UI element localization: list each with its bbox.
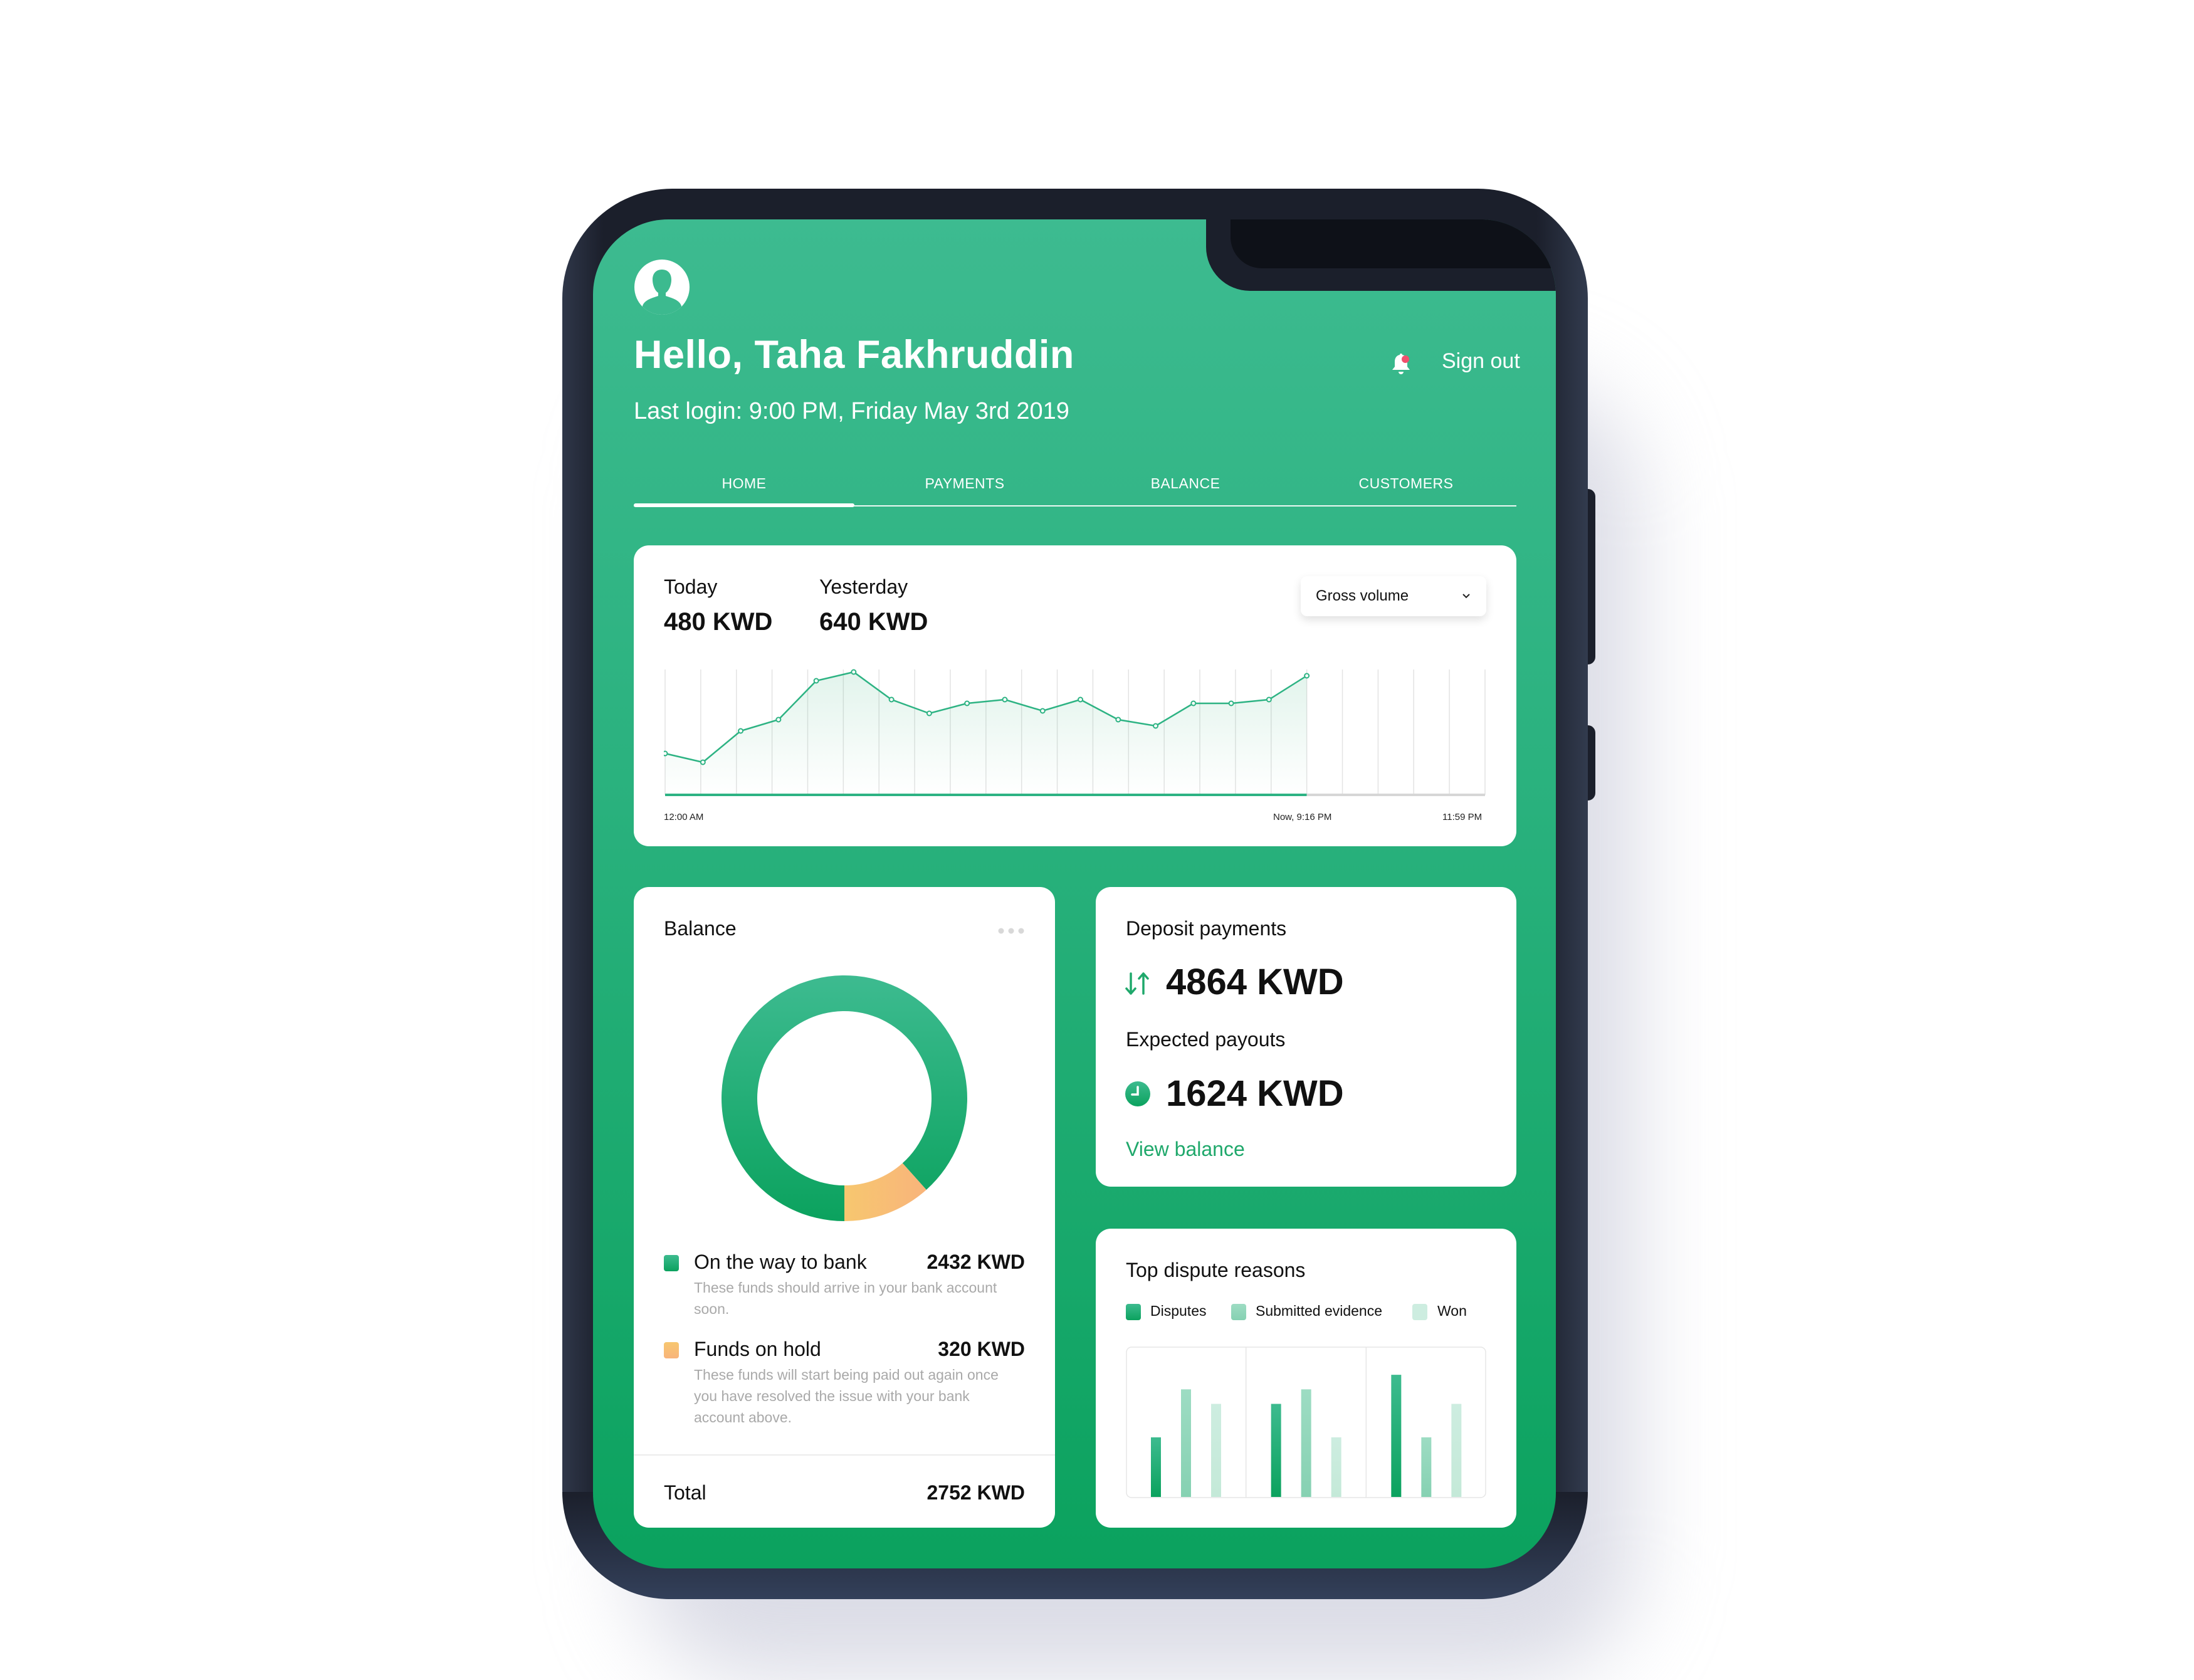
on-hold-description: These funds will start being paid out ag… xyxy=(694,1367,999,1425)
metric-select-value: Gross volume xyxy=(1316,587,1409,604)
deposit-card: Deposit payments 4864 KWD Expected payou… xyxy=(1096,887,1516,1187)
last-login-text: Last login: 9:00 PM, Friday May 3rd 2019 xyxy=(634,398,1069,424)
data-point xyxy=(813,678,819,684)
arrows-up-down-icon xyxy=(1125,972,1149,995)
bar-disputes xyxy=(1151,1437,1161,1497)
bar-disputes xyxy=(1271,1404,1281,1497)
data-point xyxy=(1115,717,1121,723)
data-point xyxy=(1190,700,1197,706)
data-point xyxy=(1228,700,1234,706)
legend-submitted-evidence: Submitted evidence xyxy=(1256,1303,1383,1319)
yesterday-value: 640 KWD xyxy=(819,608,928,636)
balance-card: Balance On the way to bank 2432 KWD Thes… xyxy=(634,887,1055,1528)
bar-won xyxy=(1451,1404,1462,1497)
tab-payments[interactable]: PAYMENTS xyxy=(854,469,1075,507)
bell-icon[interactable] xyxy=(1390,353,1412,375)
data-point xyxy=(664,750,668,757)
balance-donut-chart xyxy=(722,975,967,1221)
volume-line-chart xyxy=(664,669,1486,796)
legend-swatch-disputes xyxy=(1126,1304,1141,1320)
payouts-label: Expected payouts xyxy=(1126,1028,1286,1051)
total-value: 2752 KWD xyxy=(926,1481,1026,1504)
data-point xyxy=(775,717,782,723)
app-screen: Hello, Taha Fakhruddin Last login: 9:00 … xyxy=(593,219,1556,1568)
payouts-value: 1624 KWD xyxy=(1166,1073,1344,1114)
total-divider xyxy=(634,1454,1055,1456)
sign-out-link[interactable]: Sign out xyxy=(1442,349,1520,374)
legend-swatch-on-hold xyxy=(664,1342,679,1358)
donut-slice-on-the-way-to-bank xyxy=(722,975,967,1221)
balance-title: Balance xyxy=(664,917,737,940)
more-dots-icon[interactable] xyxy=(997,927,1025,935)
data-point xyxy=(1002,696,1008,703)
legend-won: Won xyxy=(1437,1303,1467,1319)
chevron-down-icon xyxy=(1462,594,1470,599)
legend-swatch-on-the-way xyxy=(664,1255,679,1271)
bar-won xyxy=(1331,1437,1341,1497)
data-point xyxy=(964,700,970,706)
bar-disputes xyxy=(1391,1375,1402,1497)
main-tabs: HOME PAYMENTS BALANCE CUSTOMERS xyxy=(634,469,1516,507)
legend-swatch-submitted xyxy=(1231,1304,1246,1320)
x-tick-end: 11:59 PM xyxy=(1442,812,1483,822)
bar-submitted-evidence xyxy=(1301,1389,1311,1497)
today-label: Today xyxy=(664,575,718,598)
yesterday-label: Yesterday xyxy=(819,575,908,598)
data-point xyxy=(1078,696,1084,703)
data-point xyxy=(738,728,744,734)
side-button-power xyxy=(1588,489,1595,664)
data-point xyxy=(1153,723,1159,729)
on-the-way-description: These funds should arrive in your bank a… xyxy=(694,1279,997,1317)
deposit-label: Deposit payments xyxy=(1126,917,1287,940)
active-tab-indicator xyxy=(634,503,854,507)
user-avatar-icon[interactable] xyxy=(634,260,690,315)
bar-won xyxy=(1211,1404,1221,1497)
tab-balance[interactable]: BALANCE xyxy=(1075,469,1296,507)
dispute-bar-chart xyxy=(1126,1347,1486,1498)
legend-swatch-won xyxy=(1412,1304,1427,1320)
bar-submitted-evidence xyxy=(1421,1437,1432,1497)
data-point xyxy=(888,696,895,703)
clock-icon xyxy=(1125,1081,1150,1106)
total-label: Total xyxy=(664,1481,706,1504)
on-hold-value: 320 KWD xyxy=(938,1338,1025,1360)
data-point xyxy=(1266,696,1272,703)
data-point xyxy=(926,710,932,717)
dispute-card: Top dispute reasons Disputes Submitted e… xyxy=(1096,1229,1516,1528)
dispute-title: Top dispute reasons xyxy=(1126,1259,1306,1281)
bar-submitted-evidence xyxy=(1181,1389,1191,1497)
data-point xyxy=(1304,673,1310,679)
x-tick-start: 12:00 AM xyxy=(664,812,704,822)
data-point xyxy=(700,759,706,765)
on-the-way-label: On the way to bank xyxy=(694,1251,867,1273)
deposit-value: 4864 KWD xyxy=(1166,962,1344,1002)
metric-select[interactable]: Gross volume xyxy=(1301,576,1486,616)
data-point xyxy=(1039,708,1046,714)
tab-home[interactable]: HOME xyxy=(634,469,854,507)
greeting-title: Hello, Taha Fakhruddin xyxy=(634,333,1074,377)
side-button-volume xyxy=(1588,725,1595,801)
tab-customers[interactable]: CUSTOMERS xyxy=(1296,469,1516,507)
view-balance-link[interactable]: View balance xyxy=(1126,1138,1245,1161)
camera-notch-inner xyxy=(1231,219,1556,268)
on-hold-label: Funds on hold xyxy=(694,1338,821,1360)
notification-dot xyxy=(1402,355,1409,363)
volume-card: Today 480 KWD Yesterday 640 KWD Gross vo… xyxy=(634,545,1516,846)
on-the-way-value: 2432 KWD xyxy=(926,1251,1026,1273)
x-tick-now: Now, 9:16 PM xyxy=(1273,812,1332,822)
data-point xyxy=(851,669,857,675)
today-value: 480 KWD xyxy=(664,608,773,636)
legend-disputes: Disputes xyxy=(1150,1303,1207,1319)
